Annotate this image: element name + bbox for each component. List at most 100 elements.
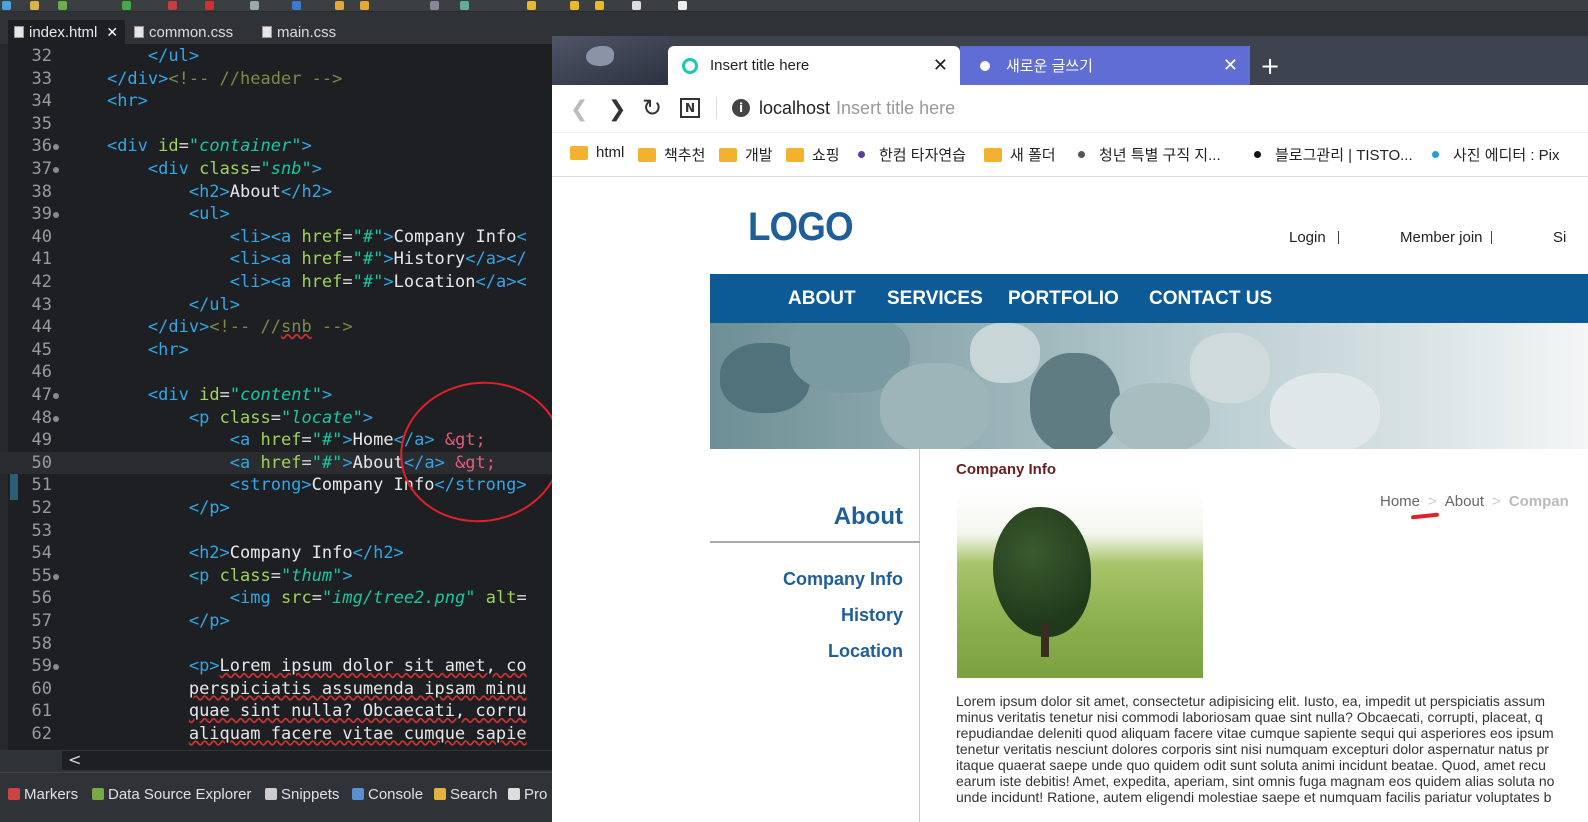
toolbar-icon[interactable] <box>2 1 11 10</box>
code-line[interactable]: 41 <li><a href="#">History</a></ <box>0 248 560 271</box>
bookmark-typing[interactable]: 한컴 타자연습 <box>852 144 966 165</box>
member-join-link[interactable]: Member join <box>1400 229 1483 246</box>
toolbar-icon[interactable] <box>632 1 641 10</box>
code-line[interactable]: 37 <div class="snb"> <box>0 158 560 181</box>
code-line[interactable]: 54 <h2>Company Info</h2> <box>0 542 560 565</box>
code-line[interactable]: 61 quae sint nulla? Obcaecati, corru <box>0 700 560 723</box>
code-line[interactable]: 46 <box>0 361 560 384</box>
fold-toggle-icon[interactable] <box>53 167 59 173</box>
login-link[interactable]: Login <box>1289 229 1326 246</box>
toolbar-icon[interactable] <box>168 1 177 10</box>
toolbar-icon[interactable] <box>460 1 469 10</box>
bookmark-book[interactable]: 책추천 <box>638 144 705 165</box>
editor-tab-index-html[interactable]: index.html ✕ <box>8 20 125 44</box>
code-line[interactable]: 43 </ul> <box>0 294 560 317</box>
url-field[interactable]: localhost Insert title here <box>759 98 955 119</box>
code-line[interactable]: 32 </ul> <box>0 45 560 68</box>
nav-portfolio[interactable]: PORTFOLIO <box>1008 288 1119 310</box>
toolbar-icon[interactable] <box>292 1 301 10</box>
run-icon[interactable] <box>122 1 131 10</box>
back-icon[interactable]: ❮ <box>570 97 588 122</box>
reload-icon[interactable]: ↻ <box>642 94 662 122</box>
fold-toggle-icon[interactable] <box>53 393 59 399</box>
bookmark-shopping[interactable]: 쇼핑 <box>786 144 840 165</box>
fold-toggle-icon[interactable] <box>53 664 59 671</box>
view-tab-console[interactable]: Console <box>352 783 423 805</box>
code-line[interactable]: 44 </div><!-- //snb --> <box>0 316 560 339</box>
code-line[interactable]: 53 <box>0 520 560 543</box>
bookmark-new-folder[interactable]: 새 폴더 <box>984 144 1056 165</box>
close-tab-icon[interactable]: ✕ <box>1223 55 1238 76</box>
toolbar-icon[interactable] <box>250 1 259 10</box>
site-logo[interactable]: LOGO <box>748 205 854 250</box>
code-text: </div><!-- //snb --> <box>147 317 353 338</box>
fold-toggle-icon[interactable] <box>53 415 59 422</box>
fold-toggle-icon[interactable] <box>53 144 59 151</box>
view-tab-data-source-explorer[interactable]: Data Source Explorer <box>92 783 251 805</box>
scroll-left-icon[interactable]: < <box>68 750 81 769</box>
close-tab-icon[interactable]: ✕ <box>933 55 948 76</box>
browser-tab-active[interactable]: Insert title here ✕ <box>668 46 960 85</box>
close-icon[interactable]: ✕ <box>106 24 118 41</box>
code-line[interactable]: 34 <hr> <box>0 90 560 113</box>
forward-icon[interactable]: ❯ <box>608 97 626 122</box>
code-line[interactable]: 62 aliquam facere vitae cumque sapie <box>0 723 560 746</box>
code-line[interactable]: 59 <p>Lorem ipsum dolor sit amet, co <box>0 655 560 678</box>
line-number: 39 <box>31 204 52 225</box>
toolbar-icon[interactable] <box>335 1 344 10</box>
code-line[interactable]: 58 <box>0 633 560 656</box>
notion-icon[interactable]: N <box>680 98 700 118</box>
code-line[interactable]: 56 <img src="img/tree2.png" alt= <box>0 587 560 610</box>
code-line[interactable]: 60 perspiciatis assumenda ipsam minu <box>0 678 560 701</box>
bookmark-html[interactable]: html <box>570 144 624 161</box>
browser-tab-notion[interactable]: 새로운 글쓰기 ✕ <box>960 46 1250 85</box>
toolbar-icon[interactable] <box>678 1 687 10</box>
fold-toggle-icon[interactable] <box>53 212 59 219</box>
toolbar-icon[interactable] <box>58 1 67 10</box>
back-arrow-icon[interactable] <box>570 1 579 10</box>
code-line[interactable]: 33 </div><!-- //header --> <box>0 68 560 91</box>
side-nav-title: About <box>833 503 903 530</box>
editor-tab-common-css[interactable]: common.css <box>128 20 248 44</box>
toolbar-icon[interactable] <box>30 1 39 10</box>
toolbar-icon[interactable] <box>527 1 536 10</box>
code-line[interactable]: 40 <li><a href="#">Company Info< <box>0 226 560 249</box>
nav-services[interactable]: SERVICES <box>887 288 983 310</box>
side-nav-company-info[interactable]: Company Info <box>783 569 903 590</box>
fold-toggle-icon[interactable] <box>53 573 59 580</box>
side-nav-history[interactable]: History <box>841 605 903 626</box>
view-tab-search[interactable]: Search <box>434 783 498 805</box>
forward-arrow-icon[interactable] <box>595 1 604 10</box>
line-number: 57 <box>31 611 52 631</box>
breadcrumb-about[interactable]: About <box>1445 493 1484 510</box>
code-line[interactable]: 39 <ul> <box>0 203 560 226</box>
code-editor[interactable]: 32 </ul> 33 </div><!-- //header --> 34 <hr… <box>0 44 560 750</box>
bookmark-tistory[interactable]: 블로그관리 | TISTO... <box>1248 144 1413 165</box>
view-tab-snippets[interactable]: Snippets <box>265 783 339 805</box>
view-tab-markers[interactable]: Markers <box>8 783 78 805</box>
bookmark-pixlr[interactable]: 사진 에디터 : Pix <box>1426 144 1560 165</box>
side-nav-location[interactable]: Location <box>828 641 903 662</box>
code-line[interactable]: 57 </p> <box>0 610 560 633</box>
breadcrumb-home[interactable]: Home <box>1380 493 1420 510</box>
toolbar-icon[interactable] <box>360 1 369 10</box>
nav-contact-us[interactable]: CONTACT US <box>1149 288 1272 310</box>
code-line[interactable]: 38 <h2>About</h2> <box>0 181 560 204</box>
view-tab-properties[interactable]: Pro <box>508 783 547 805</box>
site-info-icon[interactable]: i <box>732 99 750 117</box>
code-line[interactable]: 55 <p class="thum"> <box>0 565 560 588</box>
code-line[interactable]: 45 <hr> <box>0 339 560 362</box>
sitemap-link[interactable]: Si <box>1553 229 1566 246</box>
line-number: 54 <box>31 543 52 564</box>
toolbar-icon[interactable] <box>205 1 214 10</box>
editor-horizontal-scrollbar[interactable]: < <box>62 750 560 770</box>
bookmark-youth-job[interactable]: 청년 특별 구직 지... <box>1072 144 1221 165</box>
code-line[interactable]: 35 <box>0 113 560 136</box>
code-line[interactable]: 36 <div id="container"> <box>0 135 560 158</box>
bookmark-dev[interactable]: 개발 <box>719 144 773 165</box>
new-tab-button[interactable]: + <box>1260 52 1280 80</box>
toolbar-icon[interactable] <box>430 1 439 10</box>
code-line[interactable]: 42 <li><a href="#">Location</a>< <box>0 271 560 294</box>
nav-about[interactable]: ABOUT <box>788 288 856 310</box>
editor-tab-main-css[interactable]: main.css <box>256 20 356 44</box>
